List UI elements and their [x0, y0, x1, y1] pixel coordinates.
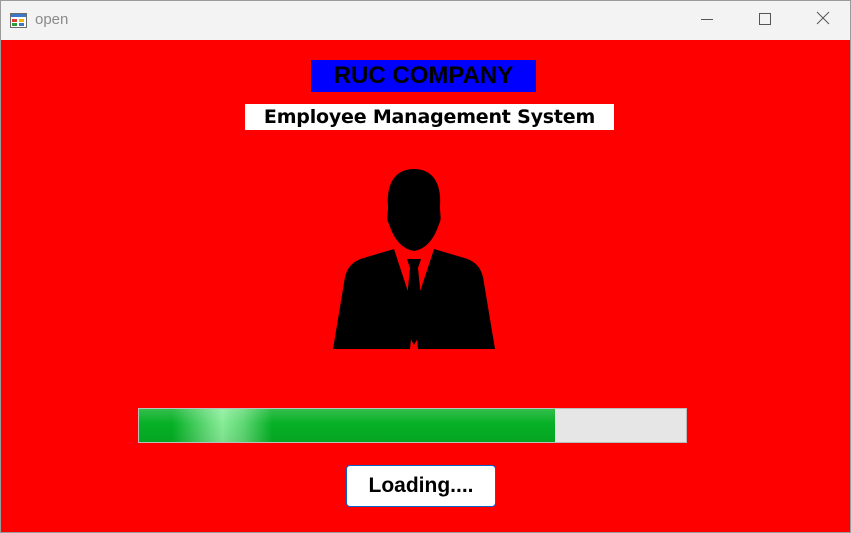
- title-bar[interactable]: open: [1, 1, 850, 40]
- close-icon: [816, 11, 830, 30]
- form-app-icon: [10, 13, 27, 28]
- close-button[interactable]: [794, 1, 850, 40]
- employee-silhouette-icon: [331, 167, 497, 351]
- loading-progress-bar: [138, 408, 687, 443]
- loading-button[interactable]: Loading....: [346, 465, 496, 507]
- system-name-label: Employee Management System: [245, 104, 614, 130]
- maximize-icon: [759, 12, 771, 30]
- progress-fill: [139, 409, 555, 442]
- window-title: open: [35, 11, 69, 28]
- app-window: open RUC COMPANY Employee Management Sys…: [0, 0, 851, 533]
- splash-panel: RUC COMPANY Employee Management System L…: [1, 40, 850, 532]
- company-name-label: RUC COMPANY: [311, 60, 536, 92]
- minimize-button[interactable]: [678, 1, 736, 40]
- maximize-button[interactable]: [736, 1, 794, 40]
- minimize-icon: [701, 12, 713, 30]
